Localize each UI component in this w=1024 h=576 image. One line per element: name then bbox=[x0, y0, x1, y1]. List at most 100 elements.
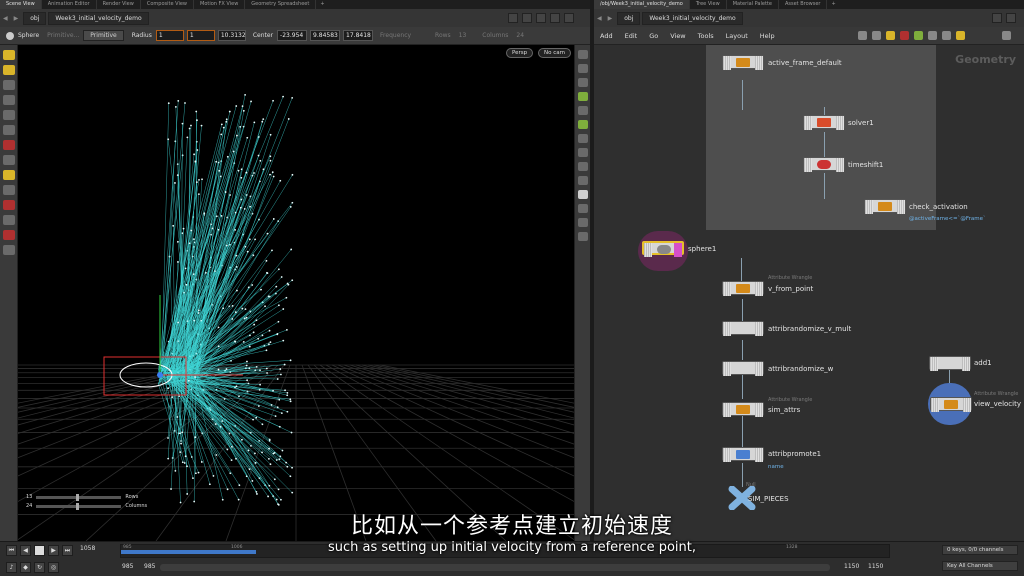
tab-geometry-spreadsheet[interactable]: Geometry Spreadsheet bbox=[245, 0, 317, 9]
node-timeshift1[interactable] bbox=[803, 157, 845, 172]
view-icon[interactable] bbox=[3, 185, 15, 195]
viewport-canvas[interactable] bbox=[18, 45, 574, 541]
menu-edit[interactable]: Edit bbox=[619, 32, 644, 40]
record-icon[interactable] bbox=[3, 230, 15, 240]
pointer-icon[interactable] bbox=[3, 80, 15, 90]
node-add1[interactable] bbox=[929, 356, 971, 371]
color-palette-icon[interactable] bbox=[900, 31, 909, 40]
node-v-from-point[interactable] bbox=[722, 281, 764, 296]
vertex-icon[interactable] bbox=[578, 148, 588, 157]
tab-scene-view[interactable]: Scene View bbox=[0, 0, 42, 9]
node-view-velocity[interactable] bbox=[930, 397, 972, 412]
move-icon[interactable] bbox=[3, 95, 15, 105]
link-icon[interactable] bbox=[522, 13, 532, 23]
scale-icon[interactable] bbox=[3, 125, 15, 135]
tab-asset-browser[interactable]: Asset Browser bbox=[779, 0, 828, 9]
primitive-type-menu[interactable]: Primitive bbox=[83, 30, 124, 41]
node-solver1[interactable] bbox=[803, 115, 845, 130]
wireframe-icon[interactable] bbox=[578, 64, 588, 73]
node-sim-attrs[interactable] bbox=[722, 402, 764, 417]
pose-icon[interactable] bbox=[3, 155, 15, 165]
grid-icon[interactable] bbox=[578, 162, 588, 171]
center-x-field[interactable]: -23.954 bbox=[277, 30, 308, 41]
camera-menu[interactable]: No cam bbox=[538, 48, 571, 58]
lock-icon[interactable] bbox=[3, 245, 15, 255]
rows-slider-track[interactable] bbox=[36, 493, 122, 501]
isolate-icon[interactable] bbox=[578, 204, 588, 213]
range-start-field-2[interactable]: 985 bbox=[144, 563, 155, 570]
wrench-icon[interactable] bbox=[858, 31, 867, 40]
realtime-icon[interactable]: ◎ bbox=[48, 562, 59, 573]
path-node[interactable]: Week3_initial_velocity_demo bbox=[642, 11, 743, 25]
tab-network-path[interactable]: /obj/Week3_initial_velocity_demo bbox=[594, 0, 690, 9]
scene-viewport[interactable]: Persp No cam 13 Rows 24 Columns bbox=[18, 45, 574, 541]
select-icon[interactable] bbox=[3, 50, 15, 60]
range-slider[interactable] bbox=[160, 564, 830, 571]
pin-icon[interactable] bbox=[508, 13, 518, 23]
node-attribrandomize-w[interactable] bbox=[722, 361, 764, 376]
menu-go[interactable]: Go bbox=[643, 32, 664, 40]
ghost-icon[interactable] bbox=[578, 176, 588, 185]
menu-view[interactable]: View bbox=[664, 32, 691, 40]
shape-palette-icon[interactable] bbox=[914, 31, 923, 40]
node-attribrandomize-v-mult[interactable] bbox=[722, 321, 764, 336]
sticky-note-icon[interactable] bbox=[886, 31, 895, 40]
help-icon[interactable] bbox=[550, 13, 560, 23]
loop-icon[interactable]: ↻ bbox=[34, 562, 45, 573]
grid-icon[interactable] bbox=[872, 31, 881, 40]
radius-z-field[interactable]: 10.3132 bbox=[217, 30, 246, 41]
audio-icon[interactable]: ♪ bbox=[6, 562, 17, 573]
center-z-field[interactable]: 17.8418 bbox=[343, 30, 374, 41]
points-icon[interactable] bbox=[578, 120, 588, 129]
handle-icon[interactable] bbox=[3, 140, 15, 150]
range-end-field-2[interactable]: 1150 bbox=[868, 563, 883, 570]
range-end-field[interactable]: 1150 bbox=[844, 563, 859, 570]
back-icon[interactable]: ◀ bbox=[3, 15, 8, 22]
info-icon[interactable] bbox=[1002, 31, 1011, 40]
node-active-frame-default[interactable] bbox=[722, 55, 764, 70]
persp-menu[interactable]: Persp bbox=[506, 48, 534, 58]
path-root[interactable]: obj bbox=[23, 11, 47, 25]
back-icon[interactable]: ◀ bbox=[597, 15, 602, 22]
menu-add[interactable]: Add bbox=[594, 32, 619, 40]
network-editor[interactable]: Geometry active_frame_default solver1 ti… bbox=[594, 45, 1024, 541]
shaded-icon[interactable] bbox=[578, 78, 588, 87]
tab-render-view[interactable]: Render View bbox=[97, 0, 141, 9]
range-start-field[interactable]: 985 bbox=[122, 563, 133, 570]
badge-icon[interactable] bbox=[956, 31, 965, 40]
node-sphere1[interactable] bbox=[642, 241, 684, 257]
pane-menu-icon[interactable] bbox=[536, 13, 546, 23]
render-icon[interactable] bbox=[578, 218, 588, 227]
menu-tools[interactable]: Tools bbox=[692, 32, 720, 40]
tab-material-palette[interactable]: Material Palette bbox=[727, 0, 779, 9]
center-y-field[interactable]: 9.84583 bbox=[310, 30, 341, 41]
help-icon[interactable] bbox=[992, 13, 1002, 23]
menu-help[interactable]: Help bbox=[754, 32, 781, 40]
list-icon[interactable] bbox=[928, 31, 937, 40]
key-icon[interactable]: ◆ bbox=[20, 562, 31, 573]
node-attribpromote1[interactable] bbox=[722, 447, 764, 462]
rows-handle-slider[interactable]: 13 Rows bbox=[26, 493, 138, 501]
radius-y-field[interactable]: 1 bbox=[186, 30, 215, 41]
camera-icon[interactable] bbox=[578, 106, 588, 115]
table-icon[interactable] bbox=[942, 31, 951, 40]
key-all-channels-menu[interactable]: Key All Channels bbox=[942, 561, 1018, 571]
columns-field[interactable]: 24 bbox=[516, 32, 524, 39]
tab-composite-view[interactable]: Composite View bbox=[141, 0, 194, 9]
forward-icon[interactable]: ▶ bbox=[14, 15, 19, 22]
snapshot-icon[interactable] bbox=[578, 232, 588, 241]
add-tab-icon[interactable]: + bbox=[827, 0, 839, 9]
forward-icon[interactable]: ▶ bbox=[608, 15, 613, 22]
rows-slider-knob[interactable] bbox=[76, 493, 80, 501]
template-icon[interactable] bbox=[578, 190, 588, 199]
menu-layout[interactable]: Layout bbox=[720, 32, 754, 40]
maximize-icon[interactable] bbox=[564, 13, 574, 23]
normals-icon[interactable] bbox=[578, 134, 588, 143]
grid-snap-icon[interactable] bbox=[3, 215, 15, 225]
tab-motion-fx-view[interactable]: Motion FX View bbox=[194, 0, 246, 9]
light-icon[interactable] bbox=[578, 92, 588, 101]
rotate-icon[interactable] bbox=[3, 110, 15, 120]
path-root[interactable]: obj bbox=[617, 11, 641, 25]
tab-animation-editor[interactable]: Animation Editor bbox=[42, 0, 97, 9]
path-node[interactable]: Week3_initial_velocity_demo bbox=[48, 11, 149, 25]
